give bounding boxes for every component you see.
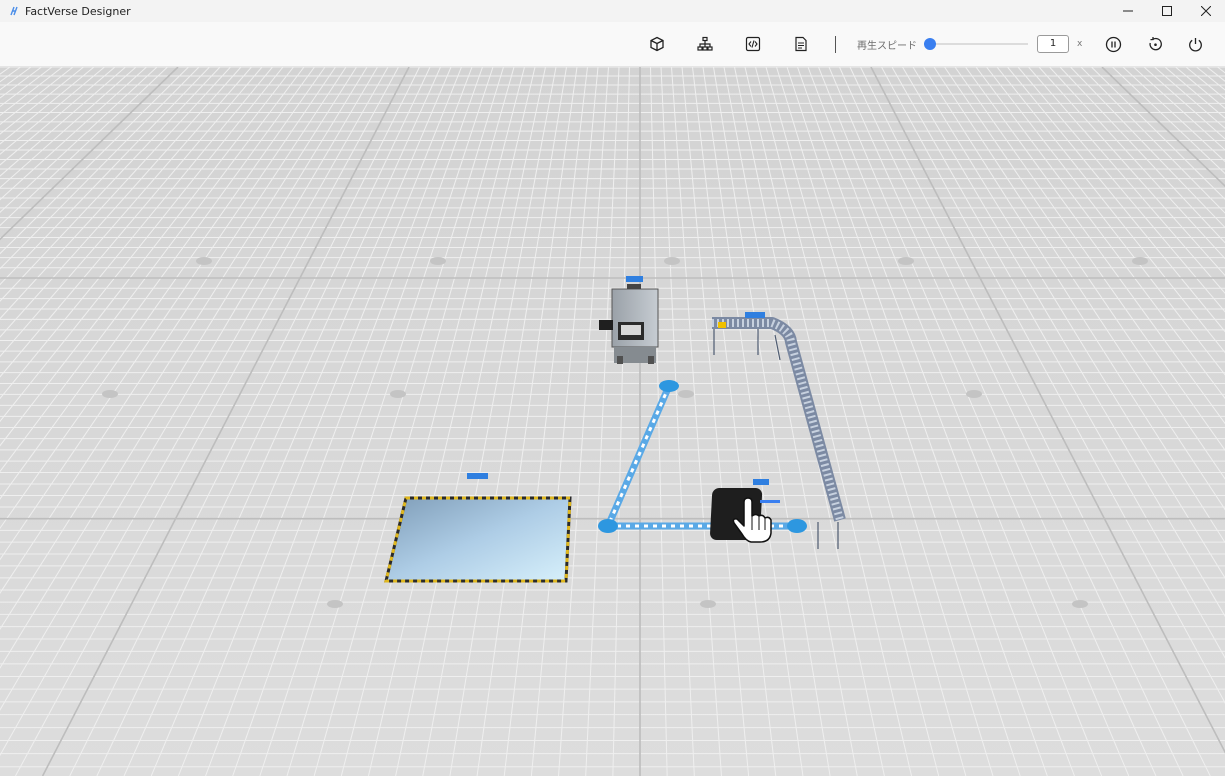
grid-marker	[102, 390, 118, 398]
minimize-button[interactable]	[1108, 0, 1147, 22]
title-bar: FactVerse Designer	[0, 0, 1225, 22]
grid-marker	[966, 390, 982, 398]
pause-icon	[1105, 36, 1121, 52]
window-title: FactVerse Designer	[25, 4, 131, 18]
conveyor-item	[718, 322, 726, 328]
grid-marker	[196, 257, 212, 265]
path-node[interactable]	[659, 380, 679, 392]
close-button[interactable]	[1186, 0, 1225, 22]
toolbar-separator	[835, 36, 836, 53]
grid-marker	[327, 600, 343, 608]
machine-label-tag[interactable]	[626, 276, 643, 282]
storage-area-label-tag[interactable]	[467, 473, 488, 479]
grid-marker	[390, 390, 406, 398]
playback-speed-input[interactable]: 1	[1037, 35, 1069, 53]
storage-area[interactable]	[384, 496, 572, 583]
path-node[interactable]	[787, 519, 807, 533]
storage-area-surface	[384, 496, 572, 583]
scene-viewport[interactable]	[0, 67, 1225, 776]
logic-editor-button[interactable]	[744, 35, 762, 53]
pause-button[interactable]	[1104, 35, 1122, 53]
playback-speed-slider[interactable]	[924, 38, 1028, 50]
app-logo-icon	[7, 4, 21, 18]
agv-label-tag[interactable]	[753, 479, 769, 485]
model-library-button[interactable]	[648, 35, 666, 53]
power-icon	[1188, 37, 1202, 51]
grid-marker	[430, 257, 446, 265]
agv-light	[760, 500, 780, 503]
conveyor-label-tag[interactable]	[745, 312, 765, 318]
speed-unit-label: x	[1077, 39, 1083, 49]
reset-button[interactable]	[1146, 35, 1164, 53]
machine-window-glass	[621, 325, 641, 335]
grid-marker	[678, 390, 694, 398]
power-button[interactable]	[1186, 35, 1204, 53]
close-icon	[1200, 6, 1211, 16]
maximize-icon	[1161, 6, 1172, 16]
machine-leg	[617, 356, 623, 364]
scene-hierarchy-button[interactable]	[696, 35, 714, 53]
grid-marker	[664, 257, 680, 265]
minimize-icon	[1122, 10, 1133, 12]
document-icon	[795, 36, 807, 52]
grid-marker	[700, 600, 716, 608]
machine-leg	[648, 356, 654, 364]
code-icon	[745, 36, 761, 52]
scene-canvas[interactable]	[0, 67, 1225, 776]
cube-icon	[650, 36, 664, 52]
path-node[interactable]	[598, 519, 618, 533]
slider-thumb[interactable]	[924, 38, 936, 50]
grid-marker	[898, 257, 914, 265]
floor	[0, 67, 1225, 776]
slider-track	[924, 43, 1028, 45]
machine-side-unit	[599, 320, 613, 330]
toolbar: 再生スピード 1 x	[0, 22, 1225, 67]
grid-marker	[1072, 600, 1088, 608]
playback-speed-label: 再生スピード	[857, 41, 917, 52]
document-button[interactable]	[792, 35, 810, 53]
hierarchy-icon	[697, 36, 713, 51]
grid-marker	[1132, 257, 1148, 265]
machine-top	[627, 284, 641, 289]
reset-icon	[1148, 36, 1162, 50]
maximize-button[interactable]	[1147, 0, 1186, 22]
